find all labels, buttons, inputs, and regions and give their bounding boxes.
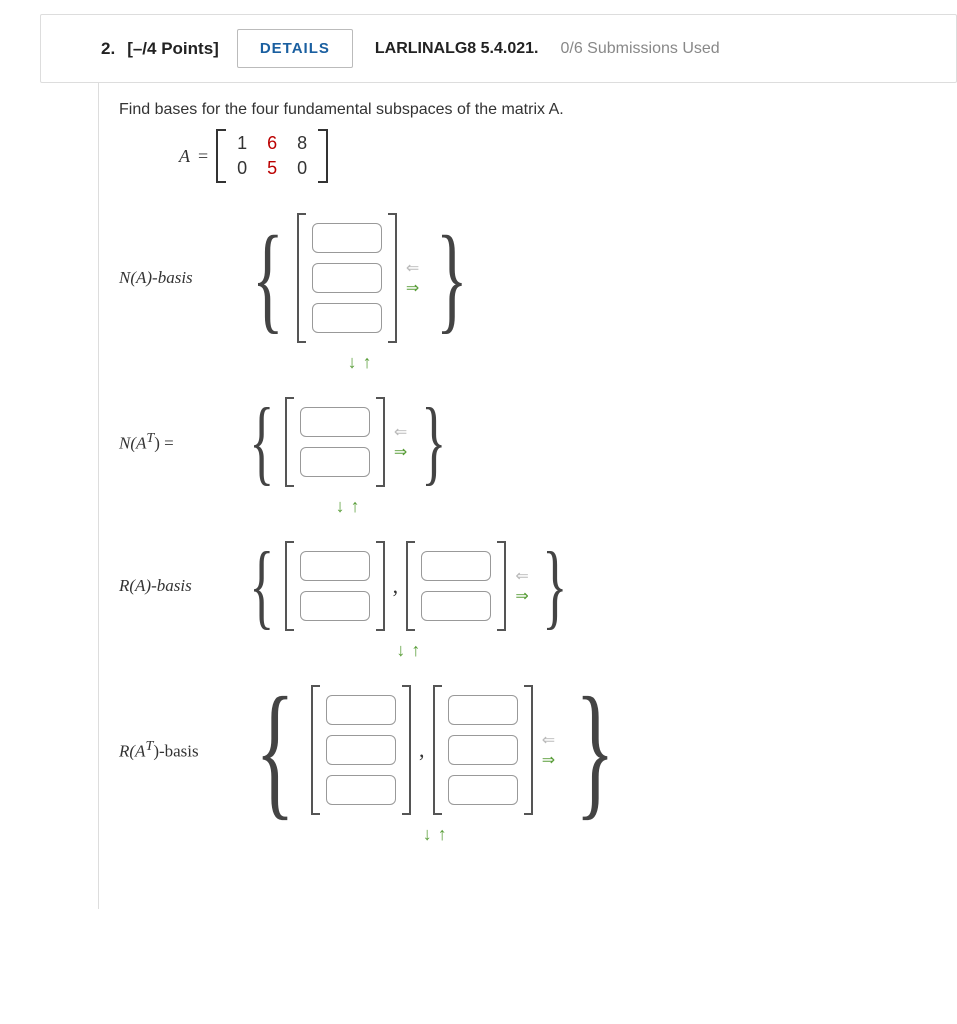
add-row-icon[interactable]: ↓ (396, 640, 405, 661)
question-body: Find bases for the four fundamental subs… (98, 83, 957, 909)
remove-row-icon[interactable]: ↑ (351, 496, 360, 517)
add-row-icon[interactable]: ↓ (348, 352, 357, 373)
matrix-label: A (179, 146, 190, 167)
left-brace-icon: { (252, 239, 284, 317)
vector-input (297, 213, 397, 343)
matrix-cell-input[interactable] (312, 263, 382, 293)
matrix-a: 1 6 8 0 5 0 (216, 129, 328, 183)
vector-input (433, 685, 533, 815)
vector-input (285, 541, 385, 631)
add-column-icon[interactable]: ⇒ (539, 753, 559, 767)
na-basis-label: N(A)-basis (119, 268, 239, 288)
add-row-icon[interactable]: ↓ (423, 824, 432, 845)
remove-row-icon[interactable]: ↑ (363, 352, 372, 373)
na-basis-block: N(A)-basis { ⇐ (119, 213, 937, 343)
prompt-text: Find bases for the four fundamental subs… (119, 101, 937, 119)
matrix-cell-input[interactable] (448, 735, 518, 765)
rat-basis-block: R(AT)-basis { , (119, 685, 937, 815)
equals-sign: = (198, 146, 208, 167)
matrix-cell-input[interactable] (326, 775, 396, 805)
matrix-cell-input[interactable] (300, 447, 370, 477)
vector-separator: , (393, 573, 399, 599)
question-number: 2. (101, 39, 115, 59)
add-row-icon[interactable]: ↓ (336, 496, 345, 517)
left-brace-icon: { (249, 411, 274, 473)
matrix-definition: A = 1 6 8 0 5 0 (179, 129, 937, 183)
submissions-used: 0/6 Submissions Used (560, 40, 719, 58)
nat-basis-label: N(AT) = (119, 430, 239, 454)
remove-column-icon[interactable]: ⇐ (403, 261, 423, 275)
ra-basis-block: R(A)-basis { , (119, 541, 937, 631)
matrix-cell-input[interactable] (421, 591, 491, 621)
matrix-cell-input[interactable] (448, 695, 518, 725)
matrix-cell-input[interactable] (326, 735, 396, 765)
add-column-icon[interactable]: ⇒ (512, 589, 532, 603)
right-brace-icon: } (436, 239, 468, 317)
right-brace-icon: } (542, 555, 567, 617)
add-column-icon[interactable]: ⇒ (403, 281, 423, 295)
matrix-cell-input[interactable] (312, 303, 382, 333)
remove-column-icon[interactable]: ⇐ (512, 569, 532, 583)
matrix-cell-input[interactable] (448, 775, 518, 805)
matrix-cell-input[interactable] (326, 695, 396, 725)
rat-basis-label: R(AT)-basis (119, 738, 239, 762)
matrix-cell: 1 (232, 133, 252, 154)
matrix-cell: 6 (262, 133, 282, 154)
matrix-cell-input[interactable] (421, 551, 491, 581)
points-label: [–/4 Points] (127, 39, 219, 59)
details-button[interactable]: DETAILS (237, 29, 353, 68)
matrix-cell-input[interactable] (300, 551, 370, 581)
matrix-cell: 0 (292, 158, 312, 179)
matrix-cell: 0 (232, 158, 252, 179)
left-brace-icon: { (255, 704, 295, 797)
matrix-cell: 8 (292, 133, 312, 154)
matrix-cell: 5 (262, 158, 282, 179)
nat-basis-block: N(AT) = { ⇐ ⇒ (119, 397, 937, 487)
left-brace-icon: { (249, 555, 274, 617)
right-brace-icon: } (421, 411, 446, 473)
matrix-cell-input[interactable] (300, 591, 370, 621)
question-header: 2. [–/4 Points] DETAILS LARLINALG8 5.4.0… (40, 14, 957, 83)
remove-row-icon[interactable]: ↑ (411, 640, 420, 661)
vector-input (406, 541, 506, 631)
question-reference: LARLINALG8 5.4.021. (375, 40, 539, 58)
matrix-cell-input[interactable] (300, 407, 370, 437)
remove-column-icon[interactable]: ⇐ (539, 733, 559, 747)
remove-row-icon[interactable]: ↑ (438, 824, 447, 845)
remove-column-icon[interactable]: ⇐ (391, 425, 411, 439)
add-column-icon[interactable]: ⇒ (391, 445, 411, 459)
ra-basis-label: R(A)-basis (119, 576, 239, 596)
vector-input (311, 685, 411, 815)
matrix-cell-input[interactable] (312, 223, 382, 253)
vector-separator: , (419, 737, 425, 763)
right-brace-icon: } (575, 704, 615, 797)
vector-input (285, 397, 385, 487)
